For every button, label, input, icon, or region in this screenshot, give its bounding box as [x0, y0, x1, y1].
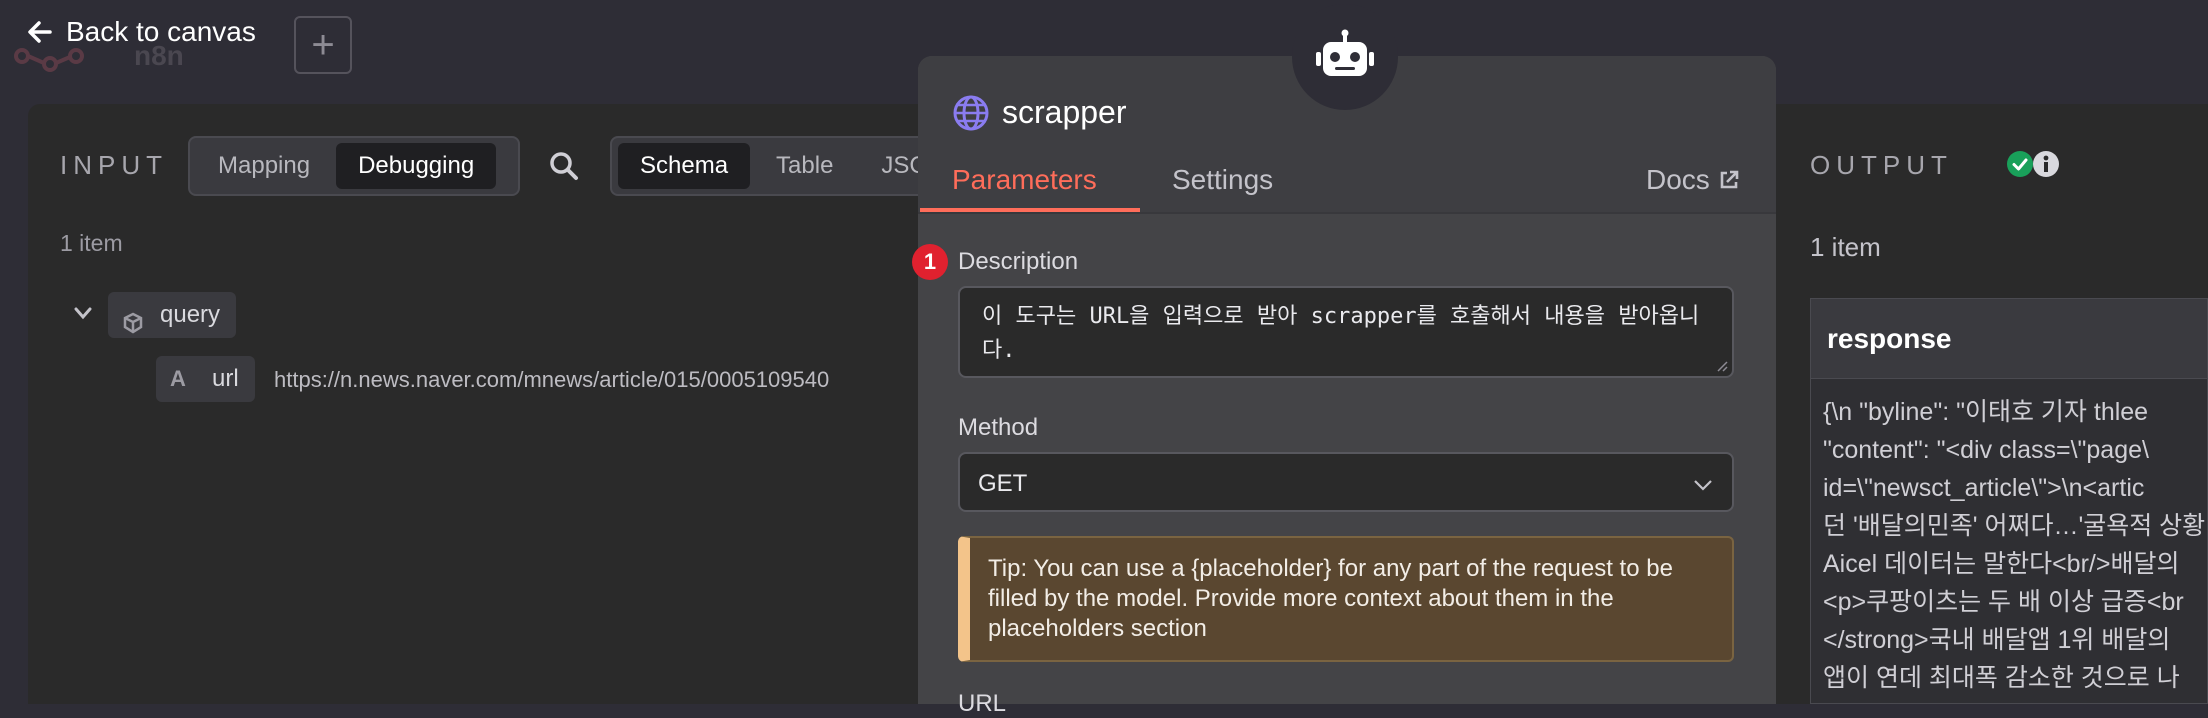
divider [918, 212, 1776, 214]
response-line: 던 '배달의민족' 어쩌다…'굴욕적 상황 [1823, 512, 2206, 540]
url-value: https://n.news.naver.com/mnews/article/0… [274, 367, 830, 392]
json-tab[interactable]: JSC [859, 143, 926, 189]
schema-field-url[interactable]: A url [156, 356, 255, 402]
table-tab[interactable]: Table [754, 143, 855, 189]
response-line: Aicel 데이터는 말한다<br/>배달의 [1823, 550, 2180, 578]
input-title: INPUT [60, 150, 168, 180]
globe-icon [952, 94, 990, 137]
method-label: Method [958, 414, 1039, 441]
response-line: {\n "byline": "이태호 기자 thlee [1823, 398, 2149, 426]
add-node-button[interactable]: + [294, 16, 352, 74]
mode-toggle: Mapping Debugging [188, 136, 520, 196]
response-column-header: response [1827, 323, 1952, 354]
search-icon[interactable] [548, 150, 580, 187]
tab-parameters[interactable]: Parameters [952, 164, 1097, 196]
info-icon[interactable] [2018, 150, 2059, 183]
cube-icon [122, 304, 144, 350]
method-value: GET [978, 470, 1028, 497]
response-line: 앱이 연데 최대폭 감소한 것으로 나 [1823, 664, 2180, 692]
chevron-down-icon [1694, 480, 1712, 491]
arrow-left-icon [28, 21, 52, 43]
output-title: OUTPUT [1810, 150, 1953, 180]
method-select[interactable]: GET [958, 452, 1734, 512]
external-link-icon [1720, 170, 1739, 189]
mapping-tab[interactable]: Mapping [196, 143, 332, 189]
response-line: <p>쿠팡이츠는 두 배 이상 급증<br [1823, 588, 2184, 616]
response-line: "content": "<div class=\"page\ [1823, 436, 2149, 464]
docs-link[interactable]: Docs [1646, 164, 1740, 196]
node-name[interactable]: scrapper [1002, 94, 1127, 131]
back-to-canvas-button[interactable]: Back to canvas [26, 16, 256, 48]
view-toggle: Schema Table JSC [610, 136, 930, 196]
description-label: Description [958, 248, 1079, 275]
string-type-icon: A [170, 366, 186, 391]
response-line: </strong>국내 배달앱 1위 배달의 [1823, 626, 2171, 654]
node-type-badge [1292, 4, 1398, 110]
url-key-label: url [212, 365, 239, 392]
response-cell[interactable]: {\n "byline": "이태호 기자 thlee "content": "… [1810, 378, 2208, 704]
query-label: query [160, 301, 221, 328]
output-item-count: 1 item [1810, 232, 1881, 262]
issue-count-badge: 1 [912, 244, 948, 280]
schema-tab[interactable]: Schema [618, 143, 751, 189]
docs-label: Docs [1646, 164, 1710, 195]
url-label: URL [958, 690, 1007, 717]
back-label: Back to canvas [66, 16, 256, 47]
schema-field-query[interactable]: query [108, 292, 237, 338]
input-item-count: 1 item [60, 230, 123, 256]
chevron-down-icon[interactable] [72, 302, 94, 329]
debugging-tab[interactable]: Debugging [336, 143, 497, 189]
table-header: response [1810, 298, 2208, 378]
description-value: 이 도구는 URL을 입력으로 받아 scrapper를 호출해서 내용을 받아… [982, 304, 1700, 363]
resize-handle-icon[interactable] [1716, 360, 1728, 372]
response-line: id=\"newsct_article\">\n<artic [1823, 474, 2145, 502]
description-textarea[interactable]: 이 도구는 URL을 입력으로 받아 scrapper를 호출해서 내용을 받아… [958, 286, 1734, 378]
robot-icon [1316, 29, 1374, 76]
placeholder-tip: Tip: You can use a {placeholder} for any… [958, 536, 1734, 662]
tab-settings[interactable]: Settings [1172, 164, 1273, 196]
